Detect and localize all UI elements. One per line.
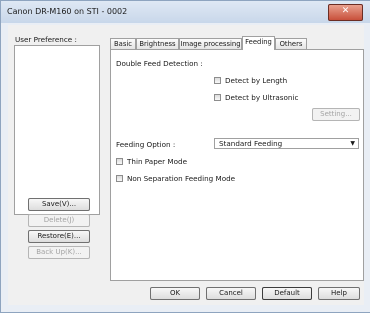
setting-button[interactable]: Setting... bbox=[312, 108, 360, 121]
help-button[interactable]: Help bbox=[318, 287, 360, 300]
ok-button[interactable]: OK bbox=[150, 287, 200, 300]
scanner-properties-window: Canon DR-M160 on STI - 0002 ✕ User Prefe… bbox=[0, 0, 370, 313]
restore-button[interactable]: Restore(E)... bbox=[28, 230, 90, 243]
user-preference-list[interactable] bbox=[14, 45, 100, 215]
dialog-client-area: User Preference : Save(V)... Delete(J) R… bbox=[8, 25, 364, 305]
double-feed-detection-label: Double Feed Detection : bbox=[116, 59, 203, 68]
tab-feeding[interactable]: Feeding bbox=[242, 36, 275, 50]
tab-basic[interactable]: Basic bbox=[110, 38, 136, 49]
tab-brightness[interactable]: Brightness bbox=[136, 38, 179, 49]
feeding-option-label: Feeding Option : bbox=[116, 140, 176, 149]
back-up-button[interactable]: Back Up(K)... bbox=[28, 246, 90, 259]
close-button[interactable]: ✕ bbox=[328, 4, 363, 21]
dropdown-arrow-icon: ▼ bbox=[350, 140, 355, 147]
checkbox-box-icon bbox=[116, 175, 123, 182]
detect-by-length-label: Detect by Length bbox=[225, 76, 288, 85]
close-icon: ✕ bbox=[341, 6, 350, 16]
tab-image-processing[interactable]: Image processing bbox=[179, 38, 242, 49]
checkbox-box-icon bbox=[214, 94, 221, 101]
default-button[interactable]: Default bbox=[262, 287, 312, 300]
thin-paper-mode-checkbox[interactable]: Thin Paper Mode bbox=[116, 157, 187, 166]
feeding-option-value: Standard Feeding bbox=[219, 139, 283, 148]
checkbox-box-icon bbox=[214, 77, 221, 84]
save-button[interactable]: Save(V)... bbox=[28, 198, 90, 211]
checkbox-box-icon bbox=[116, 158, 123, 165]
tab-others[interactable]: Others bbox=[275, 38, 307, 49]
user-preference-label: User Preference : bbox=[15, 35, 77, 44]
detect-by-ultrasonic-checkbox[interactable]: Detect by Ultrasonic bbox=[214, 93, 298, 102]
feeding-option-select[interactable]: Standard Feeding ▼ bbox=[214, 138, 359, 149]
non-separation-feeding-label: Non Separation Feeding Mode bbox=[127, 174, 236, 183]
non-separation-feeding-checkbox[interactable]: Non Separation Feeding Mode bbox=[116, 174, 235, 183]
delete-button[interactable]: Delete(J) bbox=[28, 214, 90, 227]
title-bar[interactable]: Canon DR-M160 on STI - 0002 ✕ bbox=[1, 1, 370, 23]
thin-paper-mode-label: Thin Paper Mode bbox=[127, 157, 188, 166]
cancel-button[interactable]: Cancel bbox=[206, 287, 256, 300]
feeding-tab-panel: Double Feed Detection : Detect by Length… bbox=[110, 49, 364, 281]
detect-by-ultrasonic-label: Detect by Ultrasonic bbox=[225, 93, 299, 102]
window-title: Canon DR-M160 on STI - 0002 bbox=[7, 7, 128, 16]
detect-by-length-checkbox[interactable]: Detect by Length bbox=[214, 76, 287, 85]
